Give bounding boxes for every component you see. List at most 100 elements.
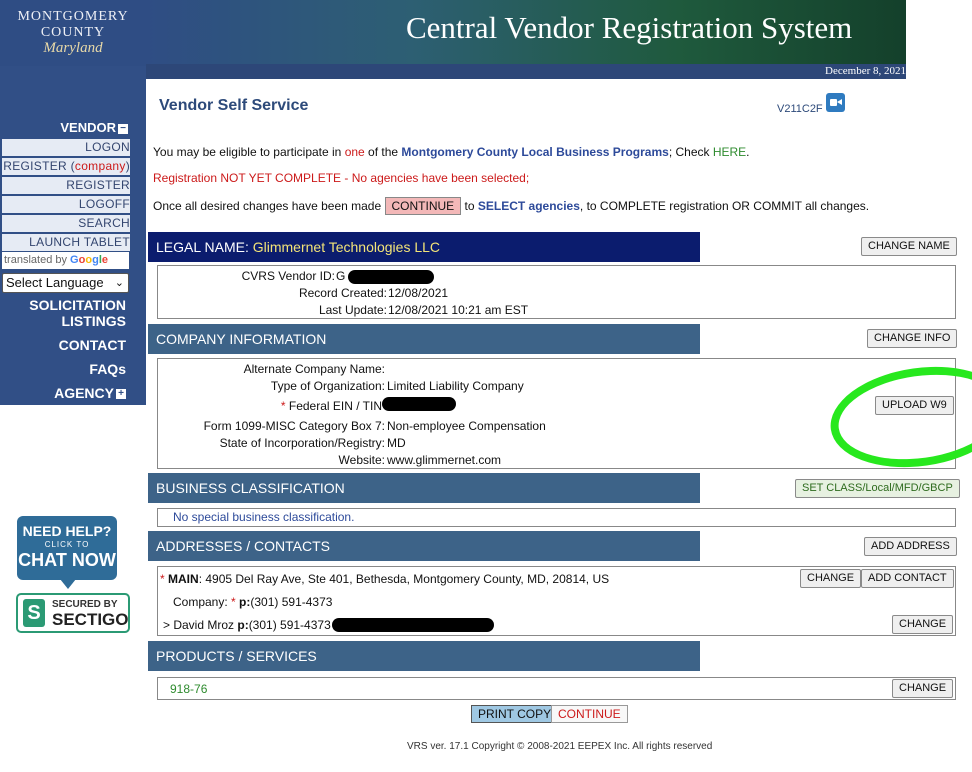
footer-copyright: VRS ver. 17.1 Copyright © 2008-2021 EEPE… <box>407 741 713 752</box>
nav-label: AGENCY <box>54 385 114 401</box>
add-address-button[interactable]: ADD ADDRESS <box>864 537 957 556</box>
secured-by-label: SECURED BY <box>52 599 118 610</box>
nav-label: SOLICITATION <box>29 297 126 313</box>
sidebar-item-register-individual[interactable]: REGISTER (individual) <box>2 177 130 209</box>
record-created-label: Record Created: <box>298 286 387 300</box>
expand-icon[interactable]: + <box>116 389 126 400</box>
phone-prefix: p: <box>237 618 249 632</box>
required-marker: * <box>280 399 289 413</box>
add-contact-button[interactable]: ADD CONTACT <box>861 569 954 588</box>
legal-name-value: Glimmernet Technologies LLC <box>252 239 441 255</box>
date-bar <box>146 64 906 79</box>
logo-line-3: Maryland <box>43 40 103 56</box>
sidebar-item-register-company[interactable]: REGISTER (company) <box>2 158 130 177</box>
text: . <box>746 145 750 159</box>
google-logo: G <box>70 254 79 266</box>
county-logo[interactable]: MONTGOMERY COUNTY Maryland <box>0 0 147 66</box>
sidebar-item-label: LOGOFF <box>78 197 130 211</box>
need-help-label: NEED HELP? <box>22 523 112 539</box>
state-label: State of Incorporation/Registry: <box>219 436 385 450</box>
last-update-value: 12/08/2021 10:21 am EST <box>388 303 529 317</box>
sidebar-item-label: ) <box>125 159 130 173</box>
classification-text: No special business classification. <box>173 510 355 524</box>
continue-button-inline[interactable]: CONTINUE <box>384 197 462 215</box>
sidebar-item-label: REGISTER ( <box>3 159 75 173</box>
main-address: * MAIN: 4905 Del Ray Ave, Ste 401, Bethe… <box>160 572 609 586</box>
form-1099-value: Non-employee Compensation <box>387 419 546 433</box>
select-agencies-link[interactable]: SELECT agencies <box>478 199 580 213</box>
change-contact-button[interactable]: CHANGE <box>892 615 954 634</box>
required-marker: * <box>160 572 169 586</box>
sectigo-icon: S <box>23 599 45 627</box>
business-classification-bar: BUSINESS CLASSIFICATION <box>148 473 700 503</box>
vendor-header-label: VENDOR <box>60 120 116 135</box>
required-marker: * <box>231 595 240 609</box>
sidebar-item-logon[interactable]: LOGON <box>2 139 130 158</box>
text: of the <box>364 145 402 159</box>
nav-faqs[interactable]: FAQs <box>0 361 126 377</box>
sidebar-item-logoff[interactable]: LOGOFF <box>2 196 130 215</box>
continue-instructions: Once all desired changes have been made … <box>153 197 869 215</box>
nav-solicitation-listings[interactable]: SOLICITATION LISTINGS <box>0 297 126 329</box>
logo-line-2: COUNTY <box>40 25 106 40</box>
form-1099-label: Form 1099-MISC Category Box 7: <box>203 419 385 433</box>
text: You may be eligible to participate in <box>153 145 345 159</box>
chat-now-button[interactable]: NEED HELP? CLICK TO CHAT NOW <box>17 516 117 580</box>
video-icon[interactable] <box>826 93 845 112</box>
products-services-bar: PRODUCTS / SERVICES <box>148 641 700 671</box>
vendor-menu-header[interactable]: VENDOR − <box>0 120 128 135</box>
phone-prefix: p: <box>239 595 251 609</box>
nav-label: LISTINGS <box>61 313 126 329</box>
nav-contact[interactable]: CONTACT <box>0 337 126 353</box>
nav-agency[interactable]: AGENCY + <box>0 385 126 401</box>
ein-label-text: Federal EIN / TIN <box>288 399 382 413</box>
org-type-label: Type of Organization: <box>270 379 385 393</box>
last-update-label: Last Update: <box>318 303 387 317</box>
registration-status: Registration NOT YET COMPLETE - No agenc… <box>153 171 530 185</box>
website-label: Website: <box>338 453 385 467</box>
sidebar-item-launch-tablet-site[interactable]: LAUNCH TABLET SITE <box>2 234 130 266</box>
addresses-contacts-bar: ADDRESSES / CONTACTS <box>148 531 700 561</box>
change-products-button[interactable]: CHANGE <box>892 679 954 698</box>
change-address-button[interactable]: CHANGE <box>800 569 862 588</box>
translated-by-label: translated by <box>4 254 67 266</box>
text: to <box>461 199 478 213</box>
chevron-down-icon: ⌄ <box>114 277 124 289</box>
vendor-id-label: CVRS Vendor ID: <box>241 269 335 283</box>
here-link[interactable]: HERE <box>713 145 746 159</box>
site-title: Central Vendor Registration System <box>406 10 853 45</box>
click-to-label: CLICK TO <box>44 540 90 549</box>
main-address-value: : 4905 Del Ray Ave, Ste 401, Bethesda, M… <box>198 572 610 586</box>
change-info-button[interactable]: CHANGE INFO <box>867 329 958 348</box>
chat-now-label: CHAT NOW <box>18 550 116 570</box>
page-title: Vendor Self Service <box>159 97 309 114</box>
website-value: www.glimmernet.com <box>387 453 502 467</box>
company-phone: Company: * p:(301) 591-4373 <box>173 595 332 609</box>
local-business-programs-link[interactable]: Montgomery County Local Business Program… <box>401 145 668 159</box>
alternate-name-label: Alternate Company Name: <box>243 362 385 376</box>
text: Once all desired changes have been made <box>153 199 385 213</box>
redaction-mark <box>382 397 456 411</box>
current-date: December 8, 2021 <box>825 65 906 77</box>
print-copy-button[interactable]: PRINT COPY <box>471 705 559 723</box>
vendor-id-value: G <box>336 269 346 283</box>
continue-button[interactable]: CONTINUE <box>551 705 628 723</box>
legal-name-bar: LEGAL NAME: Glimmernet Technologies LLC <box>148 232 700 262</box>
version-label: V211C2F <box>777 103 823 115</box>
products-panel: 918-76 <box>157 677 956 700</box>
sidebar-item-label: LOGON <box>85 140 130 154</box>
sidebar-item-search[interactable]: SEARCH <box>2 215 130 234</box>
google-translate-attribution[interactable]: translated by Google <box>2 252 129 269</box>
sidebar-item-label: SEARCH <box>78 216 130 230</box>
change-name-button[interactable]: CHANGE NAME <box>861 237 957 256</box>
language-select[interactable]: Select Language ⌄ <box>2 273 129 293</box>
main-address-label: MAIN <box>168 572 199 586</box>
google-logo: e <box>101 254 108 266</box>
set-class-button[interactable]: SET CLASS/Local/MFD/GBCP <box>795 479 960 498</box>
text: one <box>344 145 365 159</box>
record-created-value: 12/08/2021 <box>388 286 449 300</box>
legal-panel: CVRS Vendor ID: G Record Created: 12/08/… <box>157 265 956 319</box>
text: , to COMPLETE registration OR COMMIT all… <box>579 199 870 213</box>
collapse-icon[interactable]: − <box>118 123 128 134</box>
sectigo-seal[interactable]: S SECURED BY SECTIGO <box>16 593 130 633</box>
